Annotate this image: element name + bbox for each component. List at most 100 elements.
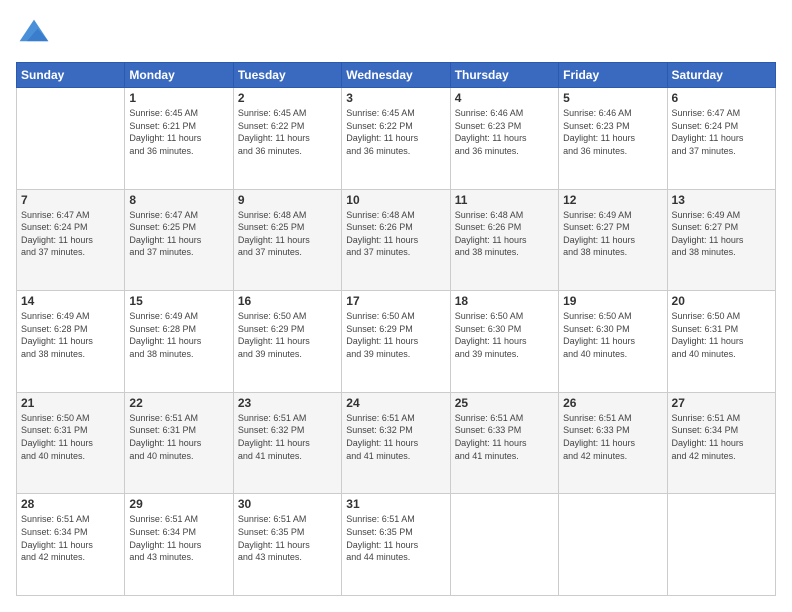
calendar-cell: 1Sunrise: 6:45 AM Sunset: 6:21 PM Daylig… <box>125 88 233 190</box>
weekday-header: Friday <box>559 63 667 88</box>
day-number: 24 <box>346 396 445 410</box>
day-number: 17 <box>346 294 445 308</box>
day-number: 18 <box>455 294 554 308</box>
weekday-header: Wednesday <box>342 63 450 88</box>
day-info: Sunrise: 6:47 AM Sunset: 6:25 PM Dayligh… <box>129 209 228 259</box>
weekday-header: Tuesday <box>233 63 341 88</box>
calendar-cell: 25Sunrise: 6:51 AM Sunset: 6:33 PM Dayli… <box>450 392 558 494</box>
day-number: 3 <box>346 91 445 105</box>
calendar-cell: 22Sunrise: 6:51 AM Sunset: 6:31 PM Dayli… <box>125 392 233 494</box>
calendar-cell: 27 Sunrise: 6:51 AM Sunset: 6:34 PM Dayli… <box>667 392 775 494</box>
day-info: Sunrise: 6:48 AM Sunset: 6:26 PM Dayligh… <box>455 209 554 259</box>
calendar-cell: 29Sunrise: 6:51 AM Sunset: 6:34 PM Dayli… <box>125 494 233 596</box>
calendar-cell: 14 Sunrise: 6:49 AM Sunset: 6:28 PM Dayli… <box>17 291 125 393</box>
day-number: 19 <box>563 294 662 308</box>
day-info: Sunrise: 6:48 AM Sunset: 6:25 PM Dayligh… <box>238 209 337 259</box>
day-number: 28 <box>21 497 120 511</box>
day-info: Sunrise: 6:51 AM Sunset: 6:34 PM Dayligh… <box>672 412 771 462</box>
calendar-cell: 30Sunrise: 6:51 AM Sunset: 6:35 PM Dayli… <box>233 494 341 596</box>
calendar-week-row: 7Sunrise: 6:47 AM Sunset: 6:24 PM Daylig… <box>17 189 776 291</box>
day-number: 27 <box>672 396 771 410</box>
day-info: Sunrise: 6:50 AM Sunset: 6:31 PM Dayligh… <box>672 310 771 360</box>
calendar-cell: 6Sunrise: 6:47 AM Sunset: 6:24 PM Daylig… <box>667 88 775 190</box>
calendar-cell: 19 Sunrise: 6:50 AM Sunset: 6:30 PM Dayli… <box>559 291 667 393</box>
weekday-header: Thursday <box>450 63 558 88</box>
calendar-cell: 5Sunrise: 6:46 AM Sunset: 6:23 PM Daylig… <box>559 88 667 190</box>
day-info: Sunrise: 6:51 AM Sunset: 6:34 PM Dayligh… <box>21 513 120 563</box>
day-number: 29 <box>129 497 228 511</box>
calendar-cell: 26 Sunrise: 6:51 AM Sunset: 6:33 PM Dayli… <box>559 392 667 494</box>
day-number: 1 <box>129 91 228 105</box>
day-number: 8 <box>129 193 228 207</box>
day-info: Sunrise: 6:49 AM Sunset: 6:28 PM Dayligh… <box>21 310 120 360</box>
calendar-cell <box>559 494 667 596</box>
weekday-header: Monday <box>125 63 233 88</box>
calendar-cell: 3 Sunrise: 6:45 AM Sunset: 6:22 PM Daylig… <box>342 88 450 190</box>
calendar-cell: 7Sunrise: 6:47 AM Sunset: 6:24 PM Daylig… <box>17 189 125 291</box>
calendar-cell: 15 Sunrise: 6:49 AM Sunset: 6:28 PM Dayli… <box>125 291 233 393</box>
calendar-cell: 10 Sunrise: 6:48 AM Sunset: 6:26 PM Dayli… <box>342 189 450 291</box>
day-number: 9 <box>238 193 337 207</box>
weekday-header-row: SundayMondayTuesdayWednesdayThursdayFrid… <box>17 63 776 88</box>
calendar-cell: 16Sunrise: 6:50 AM Sunset: 6:29 PM Dayli… <box>233 291 341 393</box>
day-number: 26 <box>563 396 662 410</box>
calendar-cell: 13 Sunrise: 6:49 AM Sunset: 6:27 PM Dayli… <box>667 189 775 291</box>
day-number: 2 <box>238 91 337 105</box>
day-info: Sunrise: 6:45 AM Sunset: 6:22 PM Dayligh… <box>346 107 445 157</box>
day-info: Sunrise: 6:49 AM Sunset: 6:28 PM Dayligh… <box>129 310 228 360</box>
day-number: 30 <box>238 497 337 511</box>
day-info: Sunrise: 6:51 AM Sunset: 6:33 PM Dayligh… <box>563 412 662 462</box>
day-info: Sunrise: 6:51 AM Sunset: 6:35 PM Dayligh… <box>346 513 445 563</box>
calendar-cell <box>667 494 775 596</box>
calendar-week-row: 21 Sunrise: 6:50 AM Sunset: 6:31 PM Dayli… <box>17 392 776 494</box>
day-info: Sunrise: 6:50 AM Sunset: 6:31 PM Dayligh… <box>21 412 120 462</box>
day-info: Sunrise: 6:50 AM Sunset: 6:29 PM Dayligh… <box>346 310 445 360</box>
day-number: 11 <box>455 193 554 207</box>
day-number: 31 <box>346 497 445 511</box>
calendar-cell <box>450 494 558 596</box>
day-number: 20 <box>672 294 771 308</box>
calendar-cell: 28 Sunrise: 6:51 AM Sunset: 6:34 PM Dayli… <box>17 494 125 596</box>
calendar-cell: 8 Sunrise: 6:47 AM Sunset: 6:25 PM Daylig… <box>125 189 233 291</box>
calendar-cell: 2 Sunrise: 6:45 AM Sunset: 6:22 PM Daylig… <box>233 88 341 190</box>
calendar-cell: 21 Sunrise: 6:50 AM Sunset: 6:31 PM Dayli… <box>17 392 125 494</box>
calendar-week-row: 28 Sunrise: 6:51 AM Sunset: 6:34 PM Dayli… <box>17 494 776 596</box>
calendar-cell: 12 Sunrise: 6:49 AM Sunset: 6:27 PM Dayli… <box>559 189 667 291</box>
day-info: Sunrise: 6:49 AM Sunset: 6:27 PM Dayligh… <box>672 209 771 259</box>
day-info: Sunrise: 6:50 AM Sunset: 6:30 PM Dayligh… <box>563 310 662 360</box>
day-number: 16 <box>238 294 337 308</box>
day-info: Sunrise: 6:49 AM Sunset: 6:27 PM Dayligh… <box>563 209 662 259</box>
calendar-cell: 18Sunrise: 6:50 AM Sunset: 6:30 PM Dayli… <box>450 291 558 393</box>
day-number: 13 <box>672 193 771 207</box>
weekday-header: Saturday <box>667 63 775 88</box>
calendar-table: SundayMondayTuesdayWednesdayThursdayFrid… <box>16 62 776 596</box>
calendar-cell: 23 Sunrise: 6:51 AM Sunset: 6:32 PM Dayli… <box>233 392 341 494</box>
calendar-cell: 17 Sunrise: 6:50 AM Sunset: 6:29 PM Dayli… <box>342 291 450 393</box>
day-info: Sunrise: 6:48 AM Sunset: 6:26 PM Dayligh… <box>346 209 445 259</box>
header <box>16 16 776 52</box>
day-number: 25 <box>455 396 554 410</box>
day-info: Sunrise: 6:45 AM Sunset: 6:22 PM Dayligh… <box>238 107 337 157</box>
calendar-week-row: 1Sunrise: 6:45 AM Sunset: 6:21 PM Daylig… <box>17 88 776 190</box>
calendar-cell: 4Sunrise: 6:46 AM Sunset: 6:23 PM Daylig… <box>450 88 558 190</box>
calendar-cell <box>17 88 125 190</box>
day-number: 23 <box>238 396 337 410</box>
day-number: 10 <box>346 193 445 207</box>
calendar-cell: 20 Sunrise: 6:50 AM Sunset: 6:31 PM Dayli… <box>667 291 775 393</box>
day-number: 14 <box>21 294 120 308</box>
day-number: 12 <box>563 193 662 207</box>
calendar-cell: 24 Sunrise: 6:51 AM Sunset: 6:32 PM Dayli… <box>342 392 450 494</box>
day-info: Sunrise: 6:46 AM Sunset: 6:23 PM Dayligh… <box>563 107 662 157</box>
calendar-week-row: 14 Sunrise: 6:49 AM Sunset: 6:28 PM Dayli… <box>17 291 776 393</box>
day-number: 6 <box>672 91 771 105</box>
calendar-cell: 31 Sunrise: 6:51 AM Sunset: 6:35 PM Dayli… <box>342 494 450 596</box>
calendar-cell: 9 Sunrise: 6:48 AM Sunset: 6:25 PM Daylig… <box>233 189 341 291</box>
day-info: Sunrise: 6:51 AM Sunset: 6:32 PM Dayligh… <box>346 412 445 462</box>
day-number: 4 <box>455 91 554 105</box>
day-info: Sunrise: 6:51 AM Sunset: 6:32 PM Dayligh… <box>238 412 337 462</box>
calendar-cell: 11 Sunrise: 6:48 AM Sunset: 6:26 PM Dayli… <box>450 189 558 291</box>
logo <box>16 16 56 52</box>
day-number: 21 <box>21 396 120 410</box>
day-number: 22 <box>129 396 228 410</box>
day-number: 15 <box>129 294 228 308</box>
